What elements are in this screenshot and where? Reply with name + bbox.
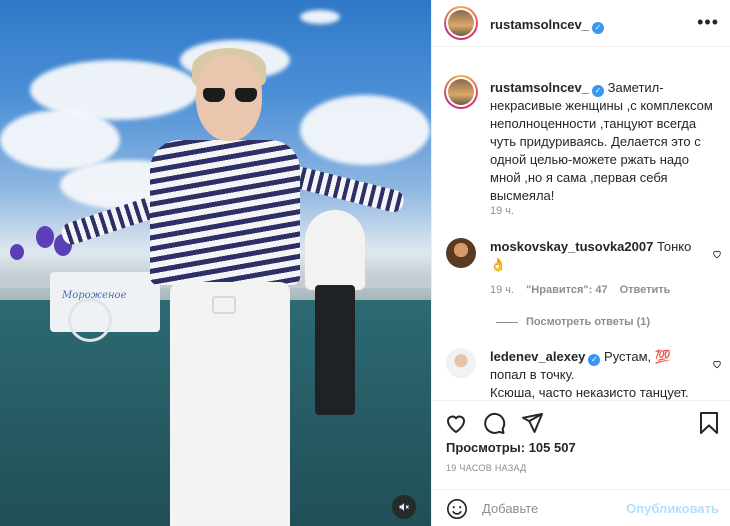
like-comment-icon[interactable] <box>712 249 722 259</box>
comment-likes[interactable]: "Нравится": 47 <box>526 284 607 296</box>
verified-badge-icon: ✓ <box>592 85 604 97</box>
comment-item: moskovskay_tusovka2007 Тонко 👌 <box>490 238 710 274</box>
author-username[interactable]: rustamsolncev_ <box>490 17 589 32</box>
speaker-muted-icon <box>399 503 409 511</box>
belt-buckle <box>212 296 236 314</box>
post-video[interactable]: Мороженое <box>0 0 431 526</box>
like-comment-icon[interactable] <box>712 359 722 369</box>
author-name-wrap: rustamsolncev_ ✓ <box>490 16 604 34</box>
comment-username[interactable]: moskovskay_tusovka2007 <box>490 239 653 254</box>
add-comment-bar: Опубликовать <box>432 489 730 526</box>
comment-text-continued: Ксюша, часто неказисто танцует. <box>490 385 689 400</box>
comment-item: ledenev_alexey ✓ Рустам, 💯 попал в точку.… <box>490 348 710 400</box>
sunglasses <box>203 88 257 102</box>
bookmark-icon[interactable] <box>697 411 721 435</box>
comment-bubble-icon[interactable] <box>482 411 506 435</box>
verified-badge-icon: ✓ <box>592 22 604 34</box>
balloon <box>36 226 54 248</box>
commenter-avatar[interactable] <box>446 348 476 378</box>
cloud <box>300 10 340 24</box>
caption-avatar[interactable] <box>444 75 478 109</box>
post-side-panel: rustamsolncev_ ✓ ••• rustamsolncev_ ✓ Заме… <box>431 0 730 526</box>
waiter-pants <box>315 285 355 415</box>
more-options-button[interactable]: ••• <box>697 12 719 33</box>
view-replies-label: Посмотреть ответы (1) <box>526 316 651 328</box>
sound-toggle-button[interactable] <box>392 495 416 519</box>
post-header: rustamsolncev_ ✓ ••• <box>432 0 730 47</box>
striped-shirt <box>150 140 300 285</box>
caption-time[interactable]: 19 ч. <box>490 205 514 217</box>
cart-wheel <box>68 298 112 342</box>
comment-meta: 19 ч. "Нравится": 47 Ответить <box>490 284 670 296</box>
white-trousers <box>170 282 290 526</box>
views-count[interactable]: Просмотры: 105 507 <box>446 440 576 455</box>
add-comment-input[interactable] <box>482 501 622 516</box>
share-paper-plane-icon[interactable] <box>520 411 544 435</box>
emoji-smiley-icon[interactable] <box>446 498 468 520</box>
post-caption: rustamsolncev_ ✓ Заметил-некрасивые женщи… <box>490 79 720 205</box>
post-age[interactable]: 19 ЧАСОВ НАЗАД <box>446 463 527 473</box>
author-avatar[interactable] <box>444 6 478 40</box>
caption-username[interactable]: rustamsolncev_ <box>490 80 589 95</box>
arm-right <box>284 163 406 215</box>
cloud <box>300 95 430 165</box>
like-heart-icon[interactable] <box>444 411 468 435</box>
verified-badge-icon: ✓ <box>588 354 601 366</box>
view-replies-button[interactable]: Посмотреть ответы (1) <box>496 316 650 328</box>
waiter-shirt <box>305 210 365 290</box>
action-bar <box>432 400 730 440</box>
publish-button[interactable]: Опубликовать <box>626 501 719 516</box>
caption-text: Заметил-некрасивые женщины ,с комплексом… <box>490 80 713 203</box>
comments-section: rustamsolncev_ ✓ Заметил-некрасивые женщи… <box>432 48 730 400</box>
reply-button[interactable]: Ответить <box>620 284 671 296</box>
comment-time[interactable]: 19 ч. <box>490 284 514 296</box>
balloon <box>10 244 24 260</box>
replies-line <box>496 321 518 323</box>
commenter-avatar[interactable] <box>446 238 476 268</box>
comment-username[interactable]: ledenev_alexey <box>490 349 585 364</box>
